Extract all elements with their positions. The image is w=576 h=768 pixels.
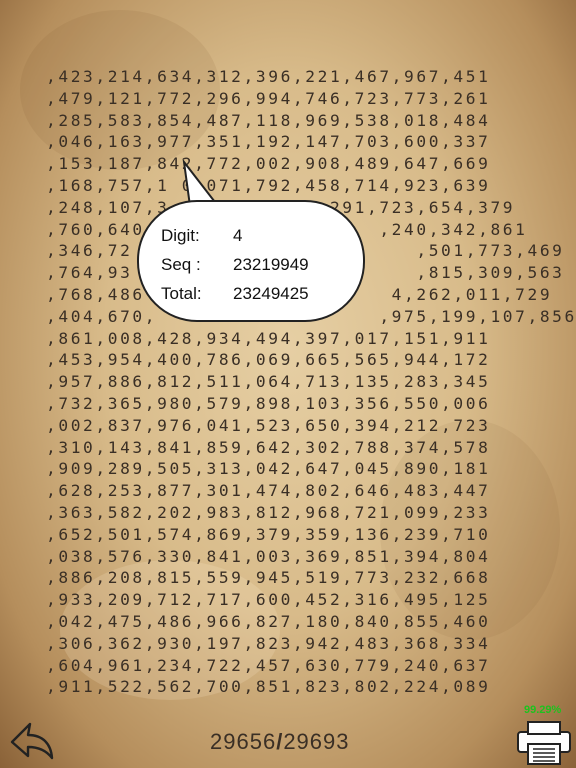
digit-row[interactable]: ,038,576,330,841,003,369,851,394,804 <box>46 546 546 568</box>
digit-row[interactable]: ,957,886,812,511,064,713,135,283,345 <box>46 371 546 393</box>
digit-row[interactable]: ,479,121,772,296,994,746,723,773,261 <box>46 88 546 110</box>
digit-row[interactable]: ,168,757,1 0,071,792,458,714,923,639 <box>46 175 546 197</box>
digit-row[interactable]: ,861,008,428,934,494,397,017,151,911 <box>46 328 546 350</box>
digit-row[interactable]: ,423,214,634,312,396,221,467,967,451 <box>46 66 546 88</box>
total-pages: 29693 <box>283 729 350 754</box>
progress-percent: 99.29% <box>524 704 562 716</box>
digit-row[interactable]: ,886,208,815,559,945,519,773,232,668 <box>46 567 546 589</box>
digit-label: Digit: <box>161 226 200 245</box>
digit-row[interactable]: ,732,365,980,579,898,103,356,550,006 <box>46 393 546 415</box>
digit-row[interactable]: ,453,954,400,786,069,665,565,944,172 <box>46 349 546 371</box>
digit-row[interactable]: ,306,362,930,197,823,942,483,368,334 <box>46 633 546 655</box>
printer-icon[interactable] <box>516 718 572 766</box>
digit-row[interactable]: ,310,143,841,859,642,302,788,374,578 <box>46 437 546 459</box>
digit-row[interactable]: ,002,837,976,041,523,650,394,212,723 <box>46 415 546 437</box>
page-counter: 29656/29693 <box>210 729 350 755</box>
digit-row[interactable]: ,628,253,877,301,474,802,646,483,447 <box>46 480 546 502</box>
digit-row[interactable]: ,933,209,712,717,600,452,316,495,125 <box>46 589 546 611</box>
digit-row[interactable]: ,363,582,202,983,812,968,721,099,233 <box>46 502 546 524</box>
seq-value: 23219949 <box>233 255 309 274</box>
digit-row[interactable]: ,153,187,842,772,002,908,489,647,669 <box>46 153 546 175</box>
digit-row[interactable]: ,909,289,505,313,042,647,045,890,181 <box>46 458 546 480</box>
back-arrow-icon[interactable] <box>8 720 56 762</box>
total-label: Total: <box>161 284 202 303</box>
current-page: 29656 <box>210 729 277 754</box>
digit-row[interactable]: ,042,475,486,966,827,180,840,855,460 <box>46 611 546 633</box>
digit-row[interactable]: ,604,961,234,722,457,630,779,240,637 <box>46 655 546 677</box>
digit-value: 4 <box>233 226 243 245</box>
digit-row[interactable]: ,652,501,574,869,379,359,136,239,710 <box>46 524 546 546</box>
seq-label: Seq : <box>161 255 201 274</box>
digit-grid: ,423,214,634,312,396,221,467,967,451,479… <box>46 66 574 698</box>
total-value: 23249425 <box>233 284 309 303</box>
digit-row[interactable]: ,285,583,854,487,118,969,538,018,484 <box>46 110 546 132</box>
digit-row[interactable]: ,046,163,977,351,192,147,703,600,337 <box>46 131 546 153</box>
digit-info-popup: Digit: 4 Seq : 23219949 Total: 23249425 <box>137 200 365 322</box>
digit-row[interactable]: ,911,522,562,700,851,823,802,224,089 <box>46 676 546 698</box>
